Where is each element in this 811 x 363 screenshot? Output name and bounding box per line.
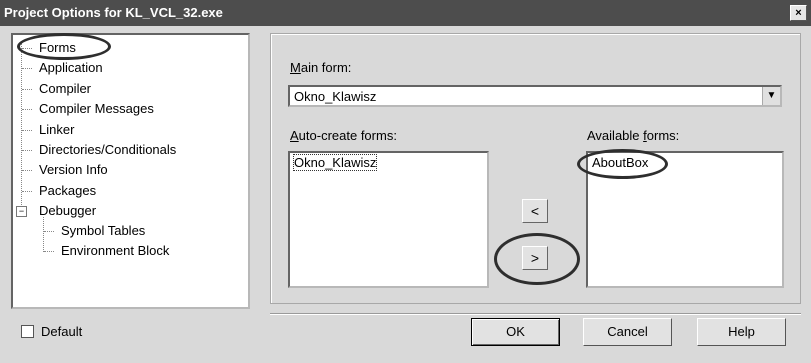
highlight-circle xyxy=(17,33,111,60)
tree-branch-line xyxy=(22,130,32,131)
tree-item-directories-conditionals[interactable]: Directories/Conditionals xyxy=(39,141,176,159)
tree-branch-line xyxy=(44,231,54,232)
tree-item-debugger[interactable]: Debugger xyxy=(39,202,96,220)
chevron-down-icon[interactable]: ▼ xyxy=(762,87,780,105)
available-forms-label: Available forms: xyxy=(587,128,679,143)
tree-item-compiler-messages[interactable]: Compiler Messages xyxy=(39,100,154,118)
auto-create-label-accel: A xyxy=(290,128,299,143)
tree-item-symbol-tables[interactable]: Symbol Tables xyxy=(61,222,145,240)
help-button[interactable]: Help xyxy=(697,318,786,346)
main-form-label-accel: M xyxy=(290,60,301,75)
tree-item-packages[interactable]: Packages xyxy=(39,182,96,200)
move-left-button[interactable]: < xyxy=(522,199,548,223)
tree-item-linker[interactable]: Linker xyxy=(39,121,74,139)
window-title: Project Options for KL_VCL_32.exe xyxy=(4,5,223,20)
collapse-icon[interactable]: − xyxy=(16,206,27,217)
divider xyxy=(270,313,801,315)
auto-create-label: Auto-create forms: xyxy=(290,128,397,143)
tree-branch-line xyxy=(22,191,32,192)
tree-branch-line xyxy=(44,251,54,252)
tree-branch-line xyxy=(22,68,32,69)
tree-branch-line xyxy=(22,170,32,171)
highlight-circle xyxy=(494,233,580,285)
main-form-value: Okno_Klawisz xyxy=(294,89,377,104)
tree-item-compiler[interactable]: Compiler xyxy=(39,80,91,98)
cancel-button[interactable]: Cancel xyxy=(583,318,672,346)
title-bar: Project Options for KL_VCL_32.exe × xyxy=(0,0,811,26)
tree-child-line xyxy=(43,217,44,252)
available-forms-label-start: Available xyxy=(587,128,644,143)
ok-button[interactable]: OK xyxy=(471,318,560,346)
tree-branch-line xyxy=(22,109,32,110)
tree-item-application[interactable]: Application xyxy=(39,59,103,77)
project-options-dialog: Project Options for KL_VCL_32.exe × Form… xyxy=(0,0,811,363)
list-item[interactable]: Okno_Klawisz xyxy=(292,154,378,171)
tree-item-version-info[interactable]: Version Info xyxy=(39,161,108,179)
main-form-label-text: ain form: xyxy=(300,60,352,75)
tree-branch-line xyxy=(22,150,32,151)
available-forms-label-text: orms: xyxy=(646,128,680,143)
auto-create-label-text: uto-create forms: xyxy=(298,128,397,143)
highlight-circle xyxy=(577,149,668,179)
options-tree: Forms Application Compiler Compiler Mess… xyxy=(11,33,250,309)
close-button[interactable]: × xyxy=(790,5,807,21)
default-checkbox[interactable] xyxy=(21,325,34,338)
tree-item-environment-block[interactable]: Environment Block xyxy=(61,242,169,260)
auto-create-forms-list[interactable]: Okno_Klawisz xyxy=(288,151,489,288)
default-checkbox-label: Default xyxy=(41,324,83,339)
main-form-label: Main form: xyxy=(290,60,351,75)
main-form-select[interactable]: Okno_Klawisz ▼ xyxy=(288,85,782,107)
tree-branch-line xyxy=(22,89,32,90)
